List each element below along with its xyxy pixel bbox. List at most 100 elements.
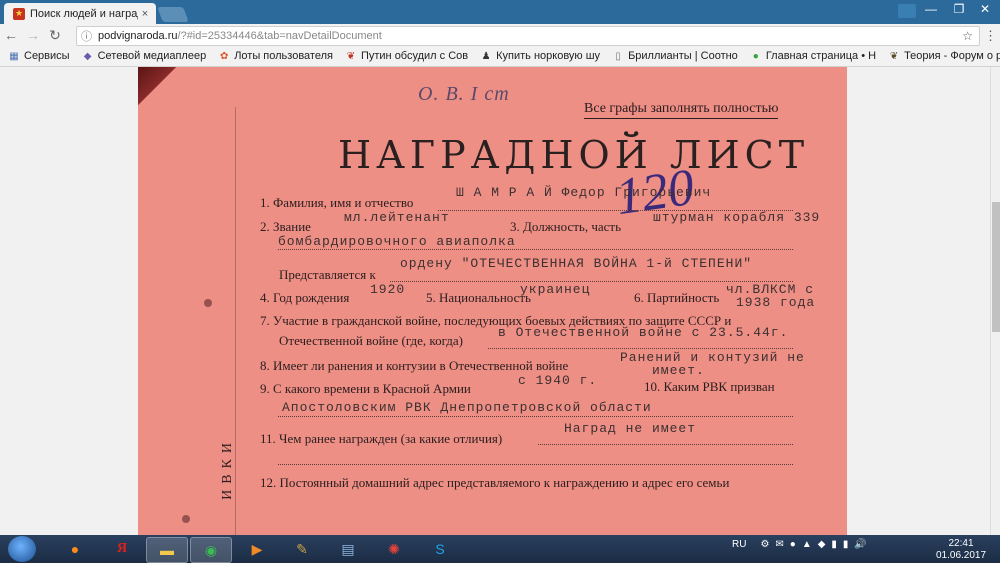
chrome-icon[interactable]: ◉ [190, 537, 232, 563]
field-8-label: 8. Имеет ли ранения и контузии в Отечест… [260, 358, 569, 373]
bookmark-item[interactable]: ▯ Бриллианты | Соотно [612, 50, 738, 62]
bookmark-label: Купить норковую шу [496, 50, 601, 62]
bookmark-label: Сервисы [24, 50, 70, 62]
field-9-label: 9. С какого времени в Красной Армии [260, 381, 471, 396]
ink-smudge [204, 299, 212, 307]
dotted-line [278, 464, 793, 465]
address-bar[interactable]: ⓘ podvignaroda.ru /?#id=25334446&tab=nav… [76, 26, 980, 46]
person-icon: ♟ [481, 50, 491, 62]
tab-close-icon[interactable]: × [138, 8, 152, 20]
bookmark-item[interactable]: ◆ Сетевой медиаплеер [82, 50, 207, 62]
handwritten-note: О. В. I ст [418, 83, 510, 105]
dotted-line [538, 444, 793, 445]
tab-strip: ★ Поиск людей и наградах × — ❐ ✕ [0, 0, 1000, 24]
paw-icon: ✿ [220, 50, 229, 62]
page-info-icon[interactable]: ⓘ [81, 28, 92, 44]
bookmark-item[interactable]: ❦ Теория - Форум о ры [888, 50, 1000, 62]
bookmark-label: Главная страница • Н [765, 50, 877, 62]
document-heading: НАГРАДНОЙ ЛИСТ [338, 133, 810, 177]
bookmark-label: Сетевой медиаплеер [97, 50, 207, 62]
field-2-value: мл.лейтенант [344, 210, 450, 225]
side-vertical-text: ИВКИ [220, 437, 235, 500]
bookmark-label: Бриллианты | Соотно [628, 50, 738, 62]
dotted-line [278, 416, 793, 417]
field-7-value: в Отечественной войне с 23.5.44г. [498, 325, 789, 340]
field-9-value: с 1940 г. [518, 373, 598, 388]
calculator-icon[interactable]: ▤ [328, 537, 368, 561]
site-favicon-icon: ★ [13, 7, 25, 20]
maple-leaf-icon: ❦ [889, 50, 899, 62]
field-1-value: Ш А М Р А Й Федор Григорьевич [456, 185, 712, 200]
frog-icon: ● [752, 50, 759, 62]
tray-icons[interactable]: ⚙✉●▲◆▮▮🔊 [760, 539, 872, 550]
firefox-icon[interactable]: ● [55, 537, 95, 561]
forward-arrow-icon[interactable]: → [22, 27, 44, 43]
browser-tab-active[interactable]: ★ Поиск людей и наградах × [4, 3, 156, 24]
language-indicator[interactable]: RU [732, 539, 746, 550]
media-player-icon[interactable]: ▶ [237, 537, 277, 561]
maple-leaf-icon: ❦ [346, 50, 356, 62]
bookmark-item[interactable]: ✿ Лоты пользователя [218, 50, 333, 62]
field-11-value: Наград не имеет [564, 421, 697, 436]
bookmark-item[interactable]: ❦ Путин обсудил с Сов [345, 50, 468, 62]
browser-toolbar: ← → ↻ ⓘ podvignaroda.ru /?#id=25334446&t… [0, 24, 1000, 46]
bookmark-item[interactable]: ♟ Купить норковую шу [480, 50, 600, 62]
url-path: /?#id=25334446&tab=navDetailDocument [177, 30, 382, 42]
tab-title: Поиск людей и наградах [30, 7, 138, 20]
field-3-label: 3. Должность, часть [510, 219, 622, 234]
field-6-value-cont: 1938 года [736, 295, 816, 310]
field-10-label: 10. Каким РВК призван [644, 379, 775, 394]
windows-taskbar: ● Я ▬ ◉ ▶ ✎ ▤ ✺ S RU ⚙✉●▲◆▮▮🔊 22:41 01.0… [0, 535, 1000, 563]
field-4-value: 1920 [370, 282, 406, 297]
scrollbar-thumb[interactable] [992, 202, 1000, 332]
field-11-label: 11. Чем ранее награжден (за какие отличи… [260, 431, 503, 446]
field-7-label-cont: Отечественной войне (где, когда) [279, 333, 463, 348]
field-1-label: 1. Фамилия, имя и отчество [260, 195, 414, 210]
skype-icon[interactable]: S [420, 537, 460, 561]
field-6-label: 6. Партийность [634, 290, 720, 305]
dotted-line [488, 348, 793, 349]
bookmark-item[interactable]: ● Главная страница • Н [750, 50, 876, 62]
field-10-value: Апостоловским РВК Днепропетровской облас… [282, 400, 652, 415]
vertical-scrollbar[interactable] [990, 67, 1000, 535]
paper-fold-corner [138, 67, 178, 111]
close-window-button[interactable]: ✕ [972, 0, 998, 18]
start-button[interactable] [8, 536, 36, 562]
bookmark-label: Путин обсудил с Сов [360, 50, 469, 62]
field-8-value: Ранений и контузий не [620, 350, 805, 365]
bookmark-label: Лоты пользователя [234, 50, 333, 62]
profile-icon[interactable] [898, 4, 916, 18]
instruction-text: Все графы заполнять полностью [584, 101, 779, 119]
maximize-button[interactable]: ❐ [946, 0, 972, 18]
picasa-icon[interactable]: ✺ [374, 537, 414, 561]
back-arrow-icon[interactable]: ← [0, 27, 22, 43]
explorer-icon[interactable]: ▬ [146, 537, 188, 563]
clock[interactable]: 22:41 01.06.2017 [936, 538, 986, 562]
field-5-label: 5. Национальность [426, 290, 531, 305]
bookmark-star-icon[interactable]: ☆ [962, 29, 973, 43]
field-12-label: 12. Постоянный домашний адрес представля… [260, 475, 730, 490]
reload-icon[interactable]: ↻ [44, 27, 66, 44]
clock-date: 01.06.2017 [936, 550, 987, 561]
field-4-label: 4. Год рождения [260, 290, 350, 305]
gimp-icon[interactable]: ✎ [282, 537, 322, 561]
field-2-label: 2. Звание [260, 219, 311, 234]
presented-label: Представляется к [279, 267, 376, 282]
dotted-line [278, 249, 793, 250]
system-tray: RU ⚙✉●▲◆▮▮🔊 [732, 539, 873, 550]
browser-menu-icon[interactable]: ⋮ [984, 28, 997, 44]
field-3-value: штурман корабля 339 [653, 210, 821, 225]
field-3-value-cont: бомбардировочного авиаполка [278, 234, 516, 249]
yandex-icon[interactable]: Я [102, 537, 142, 561]
url-host: podvignaroda.ru [98, 30, 178, 42]
clock-time: 22:41 [948, 538, 974, 549]
new-tab-button[interactable] [157, 7, 189, 22]
ink-smudge [182, 515, 190, 523]
field-5-value: украинец [520, 282, 591, 297]
minimize-button[interactable]: — [918, 0, 944, 18]
diamond-icon: ◆ [83, 50, 92, 62]
page-viewport: О. В. I ст Все графы заполнять полностью… [0, 67, 990, 535]
bookmark-item[interactable]: ▦ Сервисы [8, 50, 70, 62]
bookmarks-bar: ▦ Сервисы ◆ Сетевой медиаплеер ✿ Лоты по… [0, 46, 1000, 67]
apps-grid-icon: ▦ [9, 50, 19, 62]
